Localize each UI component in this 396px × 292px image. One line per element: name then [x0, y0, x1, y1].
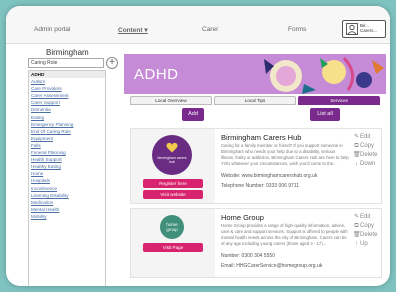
topic-item[interactable]: Falls — [29, 142, 105, 149]
card-actions: ✎Edit ⧉Copy 🗑Delete ↑ Up — [353, 213, 383, 249]
service-logo: birmingham carers hub — [152, 135, 192, 175]
trash-icon: 🗑 — [353, 232, 361, 238]
service-card: home group Visit Page Home Group Home Gr… — [130, 208, 382, 278]
visit-page-button[interactable]: Visit Page — [143, 243, 203, 252]
nav-carer[interactable]: Carer — [202, 26, 218, 33]
service-email: Email: HHGCarerService@homegroup.org.uk — [221, 263, 323, 269]
top-navigation: Admin portal Content ▾ Carer Forms Bir..… — [6, 6, 390, 44]
banner-title: ADHD — [134, 66, 179, 83]
delete-button[interactable]: 🗑Delete — [353, 151, 383, 160]
register-here-button[interactable]: Register here — [143, 179, 203, 188]
edit-icon: ✎ — [353, 134, 360, 140]
topic-item[interactable]: Medication — [29, 199, 105, 206]
copy-button[interactable]: ⧉Copy — [353, 142, 383, 151]
move-up-button[interactable]: ↑ Up — [353, 240, 383, 249]
topic-item[interactable]: Carer Support — [29, 99, 105, 106]
topic-item[interactable]: Carer Assessment — [29, 92, 105, 99]
service-description: Home Group provides a range of high-qual… — [221, 223, 348, 246]
topic-item[interactable]: Care Providers — [29, 85, 105, 92]
tab-local-tips[interactable]: Local Tips — [214, 96, 296, 105]
service-description: Caring for a family member or friend? If… — [221, 143, 349, 166]
topic-item[interactable]: Equipment — [29, 135, 105, 142]
copy-button[interactable]: ⧉Copy — [353, 222, 383, 231]
service-card-media: birmingham carers hub Register here Visi… — [131, 129, 215, 203]
topic-list[interactable]: ADHD Autism Care Providers Carer Assessm… — [28, 70, 106, 286]
service-phone: Telephone Number: 0333 006 9711 — [221, 183, 300, 189]
user-name: Bir... Carers... — [360, 23, 378, 33]
topic-item-adhd[interactable]: ADHD — [29, 71, 105, 79]
topic-item[interactable]: Incontinence — [29, 185, 105, 192]
service-title: Birmingham Carers Hub — [221, 133, 302, 142]
service-logo: home group — [160, 215, 184, 239]
service-phone: Number: 0300 304 5550 — [221, 253, 275, 259]
topic-item[interactable]: Home — [29, 170, 105, 177]
trash-icon: 🗑 — [353, 152, 361, 158]
topic-item[interactable]: Hospitals — [29, 177, 105, 184]
nav-admin-portal[interactable]: Admin portal — [34, 26, 71, 33]
user-icon — [346, 23, 358, 35]
copy-icon: ⧉ — [354, 143, 359, 149]
edit-button[interactable]: ✎Edit — [353, 213, 383, 222]
move-down-button[interactable]: ↓ Down — [353, 160, 383, 169]
arrow-down-icon: ↓ — [355, 161, 358, 167]
copy-icon: ⧉ — [354, 223, 359, 229]
tab-services[interactable]: Services — [298, 96, 380, 105]
topic-item[interactable]: Health Support — [29, 156, 105, 163]
topic-item[interactable]: Autism — [29, 78, 105, 85]
add-button[interactable]: Add — [182, 108, 204, 121]
sidebar-title: Birmingham — [46, 48, 89, 57]
nav-forms[interactable]: Forms — [288, 26, 306, 33]
tab-local-overview[interactable]: Local Overview — [130, 96, 212, 105]
card-actions: ✎Edit ⧉Copy 🗑Delete ↓ Down — [353, 133, 383, 169]
arrow-up-icon: ↑ — [355, 241, 358, 247]
sidebar: Birmingham Caring Role + ADHD Autism Car… — [28, 46, 118, 286]
service-card-media: home group Visit Page — [131, 209, 215, 277]
heart-icon — [166, 142, 178, 153]
content-tabs: Local Overview Local Tips Services — [130, 96, 380, 106]
banner-illustration — [264, 56, 384, 94]
topic-item[interactable]: Mental Health — [29, 206, 105, 213]
service-website: Website: www.birminghamcarershub.org.uk — [221, 173, 318, 179]
topic-item[interactable]: Funeral Planning — [29, 149, 105, 156]
topic-banner: ADHD — [124, 54, 386, 94]
main-panel: ADHD Local Overview Local Tips Services … — [124, 46, 386, 286]
visit-website-button[interactable]: Visit website — [143, 190, 203, 199]
topic-item[interactable]: Learning Disability — [29, 192, 105, 199]
user-menu[interactable]: Bir... Carers... — [342, 20, 386, 38]
topic-item[interactable]: Healthy Eating — [29, 163, 105, 170]
topic-item[interactable]: Mobility — [29, 213, 105, 220]
app-window: Admin portal Content ▾ Carer Forms Bir..… — [6, 6, 390, 286]
topic-item[interactable]: Dementia — [29, 106, 105, 113]
topic-item[interactable]: Eating — [29, 114, 105, 121]
topic-item[interactable]: Emergency Planning — [29, 121, 105, 128]
plus-circle-icon[interactable]: + — [106, 57, 118, 69]
list-all-button[interactable]: List all — [310, 108, 340, 121]
topic-item[interactable]: End Of Caring Role — [29, 128, 105, 135]
edit-button[interactable]: ✎Edit — [353, 133, 383, 142]
nav-content[interactable]: Content ▾ — [118, 26, 148, 34]
service-title: Home Group — [221, 213, 264, 222]
delete-button[interactable]: 🗑Delete — [353, 231, 383, 240]
service-card: birmingham carers hub Register here Visi… — [130, 128, 382, 204]
edit-icon: ✎ — [353, 214, 360, 220]
caring-role-select[interactable]: Caring Role — [28, 58, 104, 68]
